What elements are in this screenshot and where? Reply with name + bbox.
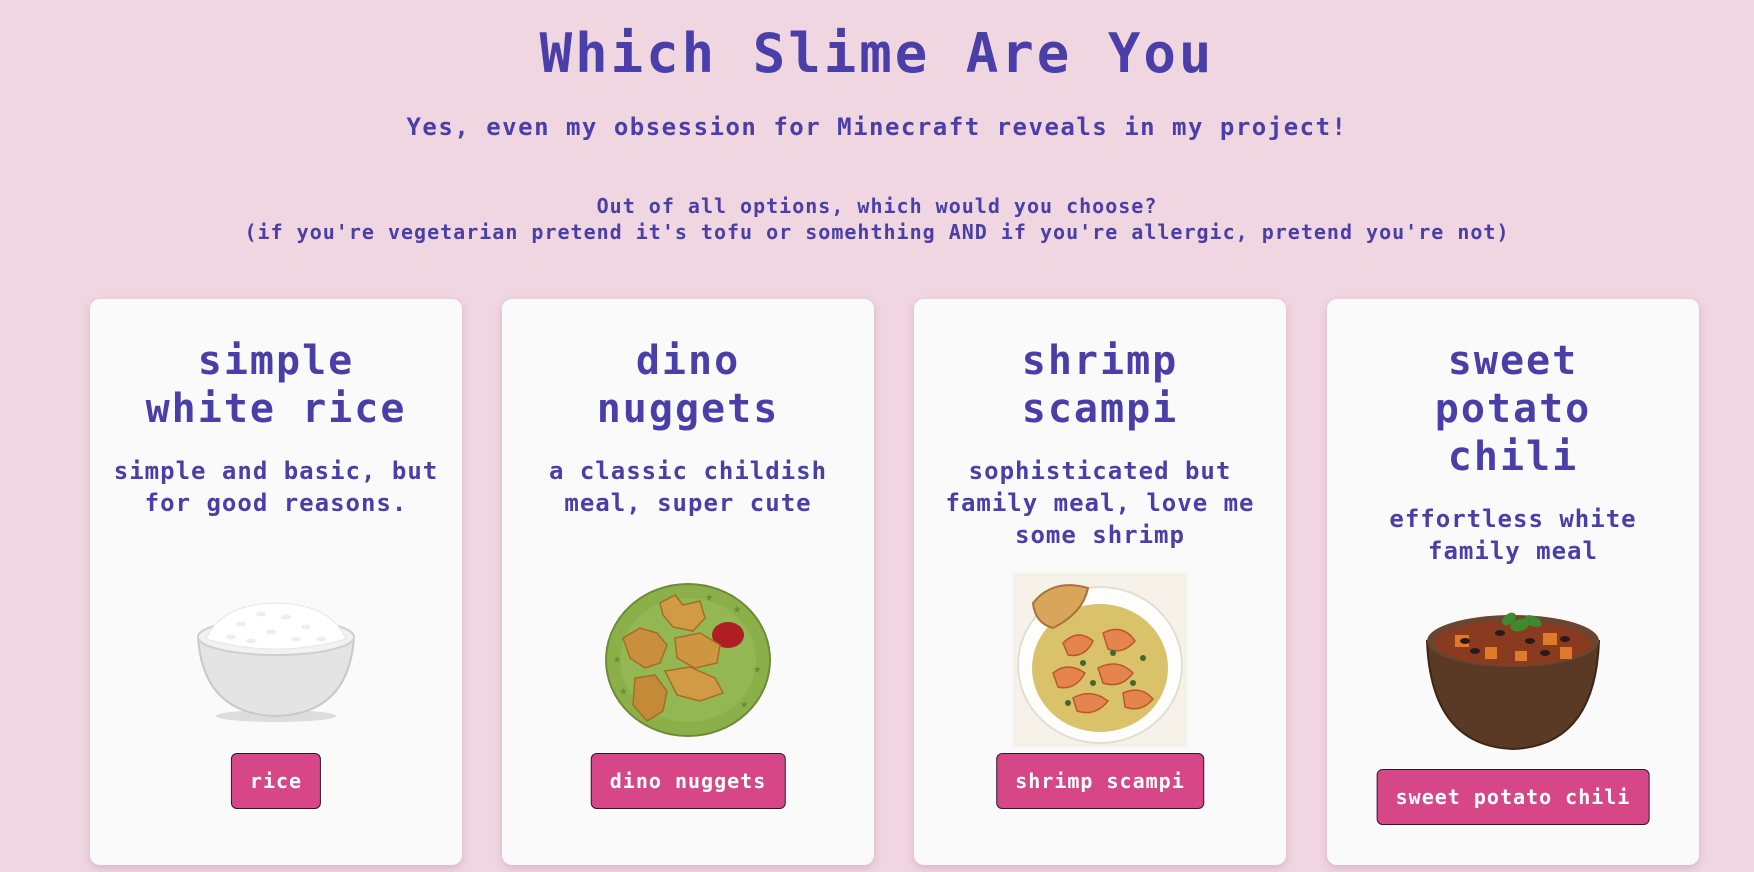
card-description: effortless white family meal — [1389, 505, 1637, 565]
card-description: sophisticated but family meal, love me s… — [945, 457, 1255, 549]
sweet-potato-chili-button[interactable]: sweet potato chili — [1376, 769, 1650, 825]
card-title: sweet potato chili — [1434, 338, 1592, 480]
svg-text:★: ★ — [705, 589, 714, 605]
question-line: Out of all options, which would you choo… — [596, 194, 1158, 218]
question-note: (if you're vegetarian pretend it's tofu … — [244, 220, 1510, 244]
page-title: Which Slime Are You — [539, 22, 1215, 85]
dino-nuggets-button[interactable]: dino nuggets — [590, 753, 786, 809]
svg-text:★: ★ — [753, 661, 762, 677]
option-card-rice: simple white rice simple and basic, but … — [90, 299, 462, 865]
question-text: Out of all options, which would you choo… — [0, 193, 1754, 245]
card-description: a classic childish meal, super cute — [548, 457, 828, 517]
rice-button[interactable]: rice — [230, 753, 322, 809]
chili-bowl-image — [1425, 612, 1601, 751]
option-card-dino-nuggets: dino nuggets a classic childish meal, su… — [502, 299, 874, 865]
shrimp-scampi-image — [1013, 573, 1187, 747]
svg-text:★: ★ — [733, 601, 742, 617]
svg-text:★: ★ — [613, 651, 622, 667]
dino-nuggets-image: ★ ★ ★ ★ ★ ★ — [605, 583, 771, 737]
rice-bowl-image — [196, 602, 356, 722]
card-title: dino nuggets — [596, 338, 780, 432]
page-subtitle: Yes, even my obsession for Minecraft rev… — [406, 113, 1348, 141]
options-grid: simple white rice simple and basic, but … — [90, 299, 1702, 865]
card-title: simple white rice — [145, 338, 407, 432]
card-description: simple and basic, but for good reasons. — [113, 457, 439, 517]
option-card-sweet-potato-chili: sweet potato chili effortless white fami… — [1327, 299, 1699, 865]
svg-text:★: ★ — [619, 683, 628, 699]
page: Which Slime Are You Yes, even my obsessi… — [0, 0, 1754, 872]
svg-text:★: ★ — [740, 696, 749, 712]
shrimp-scampi-button[interactable]: shrimp scampi — [996, 753, 1204, 809]
option-card-shrimp-scampi: shrimp scampi sophisticated but family m… — [914, 299, 1286, 865]
card-title: shrimp scampi — [1021, 338, 1179, 432]
